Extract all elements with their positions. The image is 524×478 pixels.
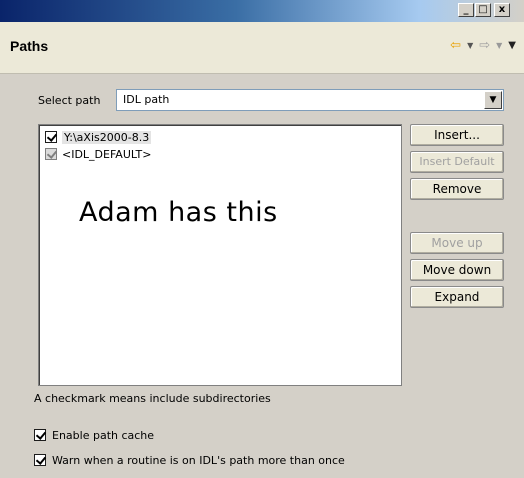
checkbox[interactable] [45,148,57,160]
select-path-value: IDL path [123,93,170,106]
enable-cache-option[interactable]: Enable path cache [34,427,154,443]
page-title: Paths [10,38,49,54]
back-arrow-icon[interactable]: ⇦ [450,38,461,54]
checkbox[interactable] [34,454,46,466]
list-item[interactable]: <IDL_DEFAULT> [45,146,151,162]
checkbox[interactable] [45,131,57,143]
list-item[interactable]: Y:\aXis2000-8.3 [45,129,152,145]
checkmark-hint: A checkmark means include subdirectories [34,392,271,405]
chevron-down-icon[interactable]: ▼ [484,91,502,109]
handwritten-annotation: Adam has this [79,197,278,228]
list-item-label: <IDL_DEFAULT> [62,147,152,161]
chevron-down-icon[interactable]: ▼ [467,38,473,54]
chevron-down-icon[interactable]: ▼ [496,38,502,54]
enable-cache-label: Enable path cache [52,428,155,442]
menu-icon[interactable]: ▼ [508,38,516,54]
select-path-dropdown[interactable]: IDL path ▼ [116,89,504,111]
checkbox[interactable] [34,429,46,441]
forward-arrow-icon[interactable]: ⇨ [479,38,490,54]
maximize-button[interactable]: □ [475,3,491,17]
page-header: Paths ⇦ ▼ ⇨ ▼ ▼ [0,22,524,74]
warn-duplicate-option[interactable]: Warn when a routine is on IDL's path mor… [34,452,345,468]
close-button[interactable]: x [494,3,510,17]
minimize-button[interactable]: _ [458,3,474,17]
nav-toolbar: ⇦ ▼ ⇨ ▼ ▼ [450,38,516,54]
insert-default-button[interactable]: Insert Default [410,151,504,173]
list-item-label: Y:\aXis2000-8.3 [62,130,152,144]
select-path-label: Select path [38,94,101,107]
window-titlebar: _ □ x [0,0,524,22]
move-up-button[interactable]: Move up [410,232,504,254]
path-list[interactable]: Y:\aXis2000-8.3 <IDL_DEFAULT> Adam has t… [38,124,402,386]
move-down-button[interactable]: Move down [410,259,504,281]
expand-button[interactable]: Expand [410,286,504,308]
insert-button[interactable]: Insert... [410,124,504,146]
remove-button[interactable]: Remove [410,178,504,200]
paths-panel: Select path IDL path ▼ Y:\aXis2000-8.3 <… [26,80,512,472]
warn-duplicate-label: Warn when a routine is on IDL's path mor… [52,453,345,467]
